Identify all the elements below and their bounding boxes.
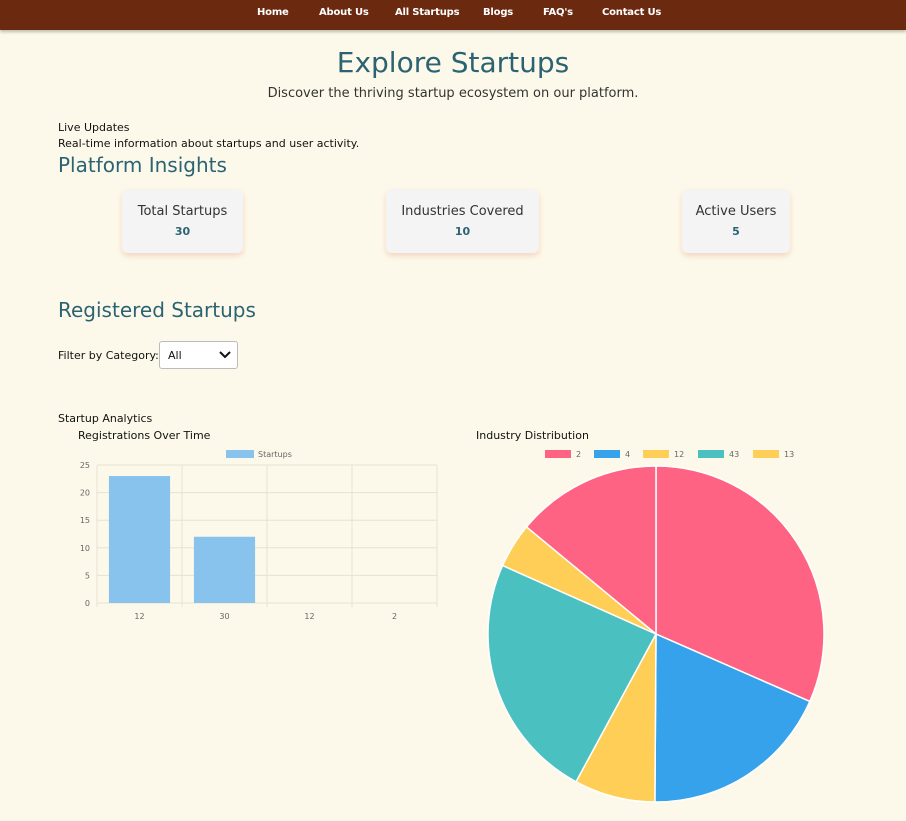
- stat-card-total-startups: Total Startups 30: [122, 189, 243, 253]
- bar: [108, 476, 171, 603]
- filter-label: Filter by Category:: [58, 349, 159, 362]
- nav-contact-us[interactable]: Contact Us: [602, 7, 661, 18]
- nav-all-startups[interactable]: All Startups: [395, 7, 460, 18]
- category-filter-value: All: [168, 349, 182, 362]
- legend-swatch: [545, 450, 571, 458]
- platform-insights-heading: Platform Insights: [58, 153, 227, 177]
- legend-label: 12: [674, 450, 684, 459]
- y-tick-label: 0: [85, 599, 90, 608]
- stat-card-active-users: Active Users 5: [682, 189, 790, 253]
- x-tick-label: 30: [219, 612, 229, 621]
- startup-analytics-heading: Startup Analytics: [58, 412, 153, 425]
- stat-value: 5: [732, 225, 740, 238]
- category-filter-select[interactable]: All: [159, 341, 238, 369]
- nav-home[interactable]: Home: [257, 7, 289, 18]
- legend-label: 13: [784, 450, 794, 459]
- bar: [193, 536, 256, 603]
- nav-faqs[interactable]: FAQ's: [543, 7, 573, 18]
- legend-swatch: [698, 450, 724, 458]
- stat-label: Total Startups: [137, 204, 228, 219]
- legend-label: Startups: [258, 450, 292, 459]
- live-updates-heading: Live Updates: [58, 121, 130, 134]
- pie-chart-title: Industry Distribution: [476, 429, 589, 442]
- y-tick-label: 15: [80, 516, 90, 525]
- legend-swatch: [594, 450, 620, 458]
- legend-swatch: [226, 450, 254, 458]
- y-tick-label: 5: [85, 571, 90, 580]
- nav-blogs[interactable]: Blogs: [483, 7, 513, 18]
- legend-label: 4: [625, 450, 630, 459]
- top-navbar: Home About Us All Startups Blogs FAQ's C…: [0, 0, 906, 30]
- x-tick-label: 12: [134, 612, 144, 621]
- bar-chart-title: Registrations Over Time: [78, 429, 211, 442]
- nav-about-us[interactable]: About Us: [319, 7, 369, 18]
- stat-card-industries-covered: Industries Covered 10: [386, 189, 539, 253]
- legend-swatch: [643, 450, 669, 458]
- registrations-bar-chart: 0 5 10 15 20 25 12 30 12 2 Startups: [80, 450, 438, 621]
- stat-value: 30: [174, 225, 191, 238]
- y-tick-label: 20: [80, 489, 90, 498]
- legend-label: 43: [729, 450, 739, 459]
- registered-startups-heading: Registered Startups: [58, 298, 256, 322]
- x-tick-label: 2: [392, 612, 397, 621]
- x-tick-label: 12: [304, 612, 314, 621]
- y-tick-label: 25: [80, 461, 90, 470]
- stat-label: Active Users: [695, 204, 777, 219]
- stat-label: Industries Covered: [401, 204, 524, 219]
- industry-pie-chart: 2 4 12 43 13: [487, 450, 825, 803]
- live-updates-description: Real-time information about startups and…: [58, 137, 360, 150]
- legend-swatch: [753, 450, 779, 458]
- legend-label: 2: [576, 450, 581, 459]
- page-title: Explore Startups: [336, 46, 570, 79]
- chevron-down-icon: [219, 351, 231, 359]
- stat-value: 10: [454, 225, 471, 238]
- y-tick-label: 10: [80, 544, 90, 553]
- page-subtitle: Discover the thriving startup ecosystem …: [267, 86, 639, 101]
